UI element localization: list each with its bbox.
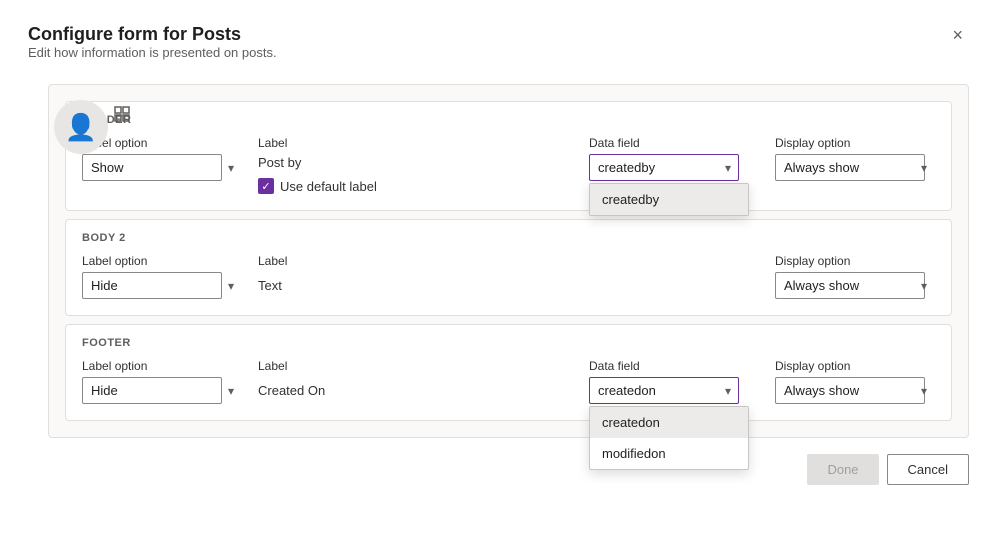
body2-section-label: BODY 2 <box>82 232 935 244</box>
header-display-option-select[interactable]: Always show Never show <box>775 154 925 181</box>
header-data-field-select-wrapper: createdby <box>589 154 739 181</box>
header-form-row: Label option Show Hide Label Post by <box>82 136 935 194</box>
grid-icon-container <box>114 106 132 129</box>
header-label-group: Label Post by Use default label <box>258 136 378 194</box>
dialog-title: Configure form for Posts <box>28 24 277 45</box>
body2-section: BODY 2 Label option Show Hide <box>65 219 952 316</box>
avatar-container: 👤 <box>54 100 108 158</box>
cancel-button[interactable]: Cancel <box>887 454 969 485</box>
footer-dropdown-item-modifiedon[interactable]: modifiedon <box>590 438 748 469</box>
close-button[interactable]: × <box>946 24 969 46</box>
footer-label-option-label: Label option <box>82 359 242 373</box>
body2-display-option-group: Display option Always show Never show <box>775 254 935 299</box>
header-label-field-label: Label <box>258 136 378 150</box>
done-button[interactable]: Done <box>807 454 878 485</box>
footer-data-field-group: Data field createdon modifiedon createdo… <box>589 359 759 404</box>
header-use-default-label: Use default label <box>280 179 377 194</box>
header-label-option-select-wrapper: Show Hide <box>82 154 242 181</box>
footer-dropdown-item-createdon[interactable]: createdon <box>590 407 748 438</box>
header-label-option-select[interactable]: Show Hide <box>82 154 222 181</box>
footer-label-value: Created On <box>258 377 378 398</box>
footer-label-option-select-wrapper: Show Hide <box>82 377 242 404</box>
body2-label-field-label: Label <box>258 254 378 268</box>
footer-label-option-group: Label option Show Hide <box>82 359 242 404</box>
footer-form-row: Label option Show Hide Label Created On <box>82 359 935 404</box>
header-display-option-label: Display option <box>775 136 935 150</box>
footer-label-field-label: Label <box>258 359 378 373</box>
header-display-option-select-wrapper: Always show Never show <box>775 154 935 181</box>
header-section: HEADER Label option Show Hide <box>65 101 952 211</box>
person-icon: 👤 <box>65 112 97 143</box>
header-data-field-group: Data field createdby createdby <box>589 136 759 181</box>
footer-display-option-group: Display option Always show Never show <box>775 359 935 404</box>
sections-container: HEADER Label option Show Hide <box>48 84 969 438</box>
footer-data-field-select[interactable]: createdon modifiedon <box>589 377 739 404</box>
body2-label-option-select-wrapper: Show Hide <box>82 272 242 299</box>
grid-icon <box>114 106 132 124</box>
header-data-field-dropdown: createdby <box>589 183 749 216</box>
footer-data-field-wrapper: createdon modifiedon createdon modifiedo… <box>589 377 759 404</box>
footer-display-option-select-wrapper: Always show Never show <box>775 377 935 404</box>
body2-display-option-select-wrapper: Always show Never show <box>775 272 935 299</box>
footer-label-option-select[interactable]: Show Hide <box>82 377 222 404</box>
body2-label-group: Label Text <box>258 254 378 293</box>
dialog-header: Configure form for Posts Edit how inform… <box>28 24 969 80</box>
header-label-value: Post by <box>258 149 301 170</box>
footer-display-option-select[interactable]: Always show Never show <box>775 377 925 404</box>
header-data-field-label: Data field <box>589 136 759 150</box>
header-use-default-checkbox[interactable] <box>258 178 274 194</box>
body2-display-option-select[interactable]: Always show Never show <box>775 272 925 299</box>
body2-display-option-label: Display option <box>775 254 935 268</box>
header-section-label: HEADER <box>82 114 935 126</box>
dialog-subtitle: Edit how information is presented on pos… <box>28 45 277 60</box>
footer-label-group: Label Created On <box>258 359 378 398</box>
header-dropdown-item-createdby[interactable]: createdby <box>590 184 748 215</box>
footer-section: FOOTER Label option Show Hide <box>65 324 952 421</box>
header-use-default-row: Use default label <box>258 178 378 194</box>
footer-data-field-label: Data field <box>589 359 759 373</box>
footer-data-field-dropdown: createdon modifiedon <box>589 406 749 470</box>
buttons-row: Done Cancel <box>28 454 969 485</box>
header-data-field-select[interactable]: createdby <box>589 154 739 181</box>
footer-display-option-label: Display option <box>775 359 935 373</box>
configure-dialog: Configure form for Posts Edit how inform… <box>0 0 997 560</box>
body2-label-option-label: Label option <box>82 254 242 268</box>
footer-section-label: FOOTER <box>82 337 935 349</box>
body2-label-option-group: Label option Show Hide <box>82 254 242 299</box>
body2-form-row: Label option Show Hide Label Text <box>82 254 935 299</box>
body2-label-value: Text <box>258 272 378 293</box>
body2-label-option-select[interactable]: Show Hide <box>82 272 222 299</box>
header-display-option-group: Display option Always show Never show <box>775 136 935 181</box>
header-data-field-wrapper: createdby createdby <box>589 154 759 181</box>
footer-data-field-select-wrapper: createdon modifiedon <box>589 377 739 404</box>
